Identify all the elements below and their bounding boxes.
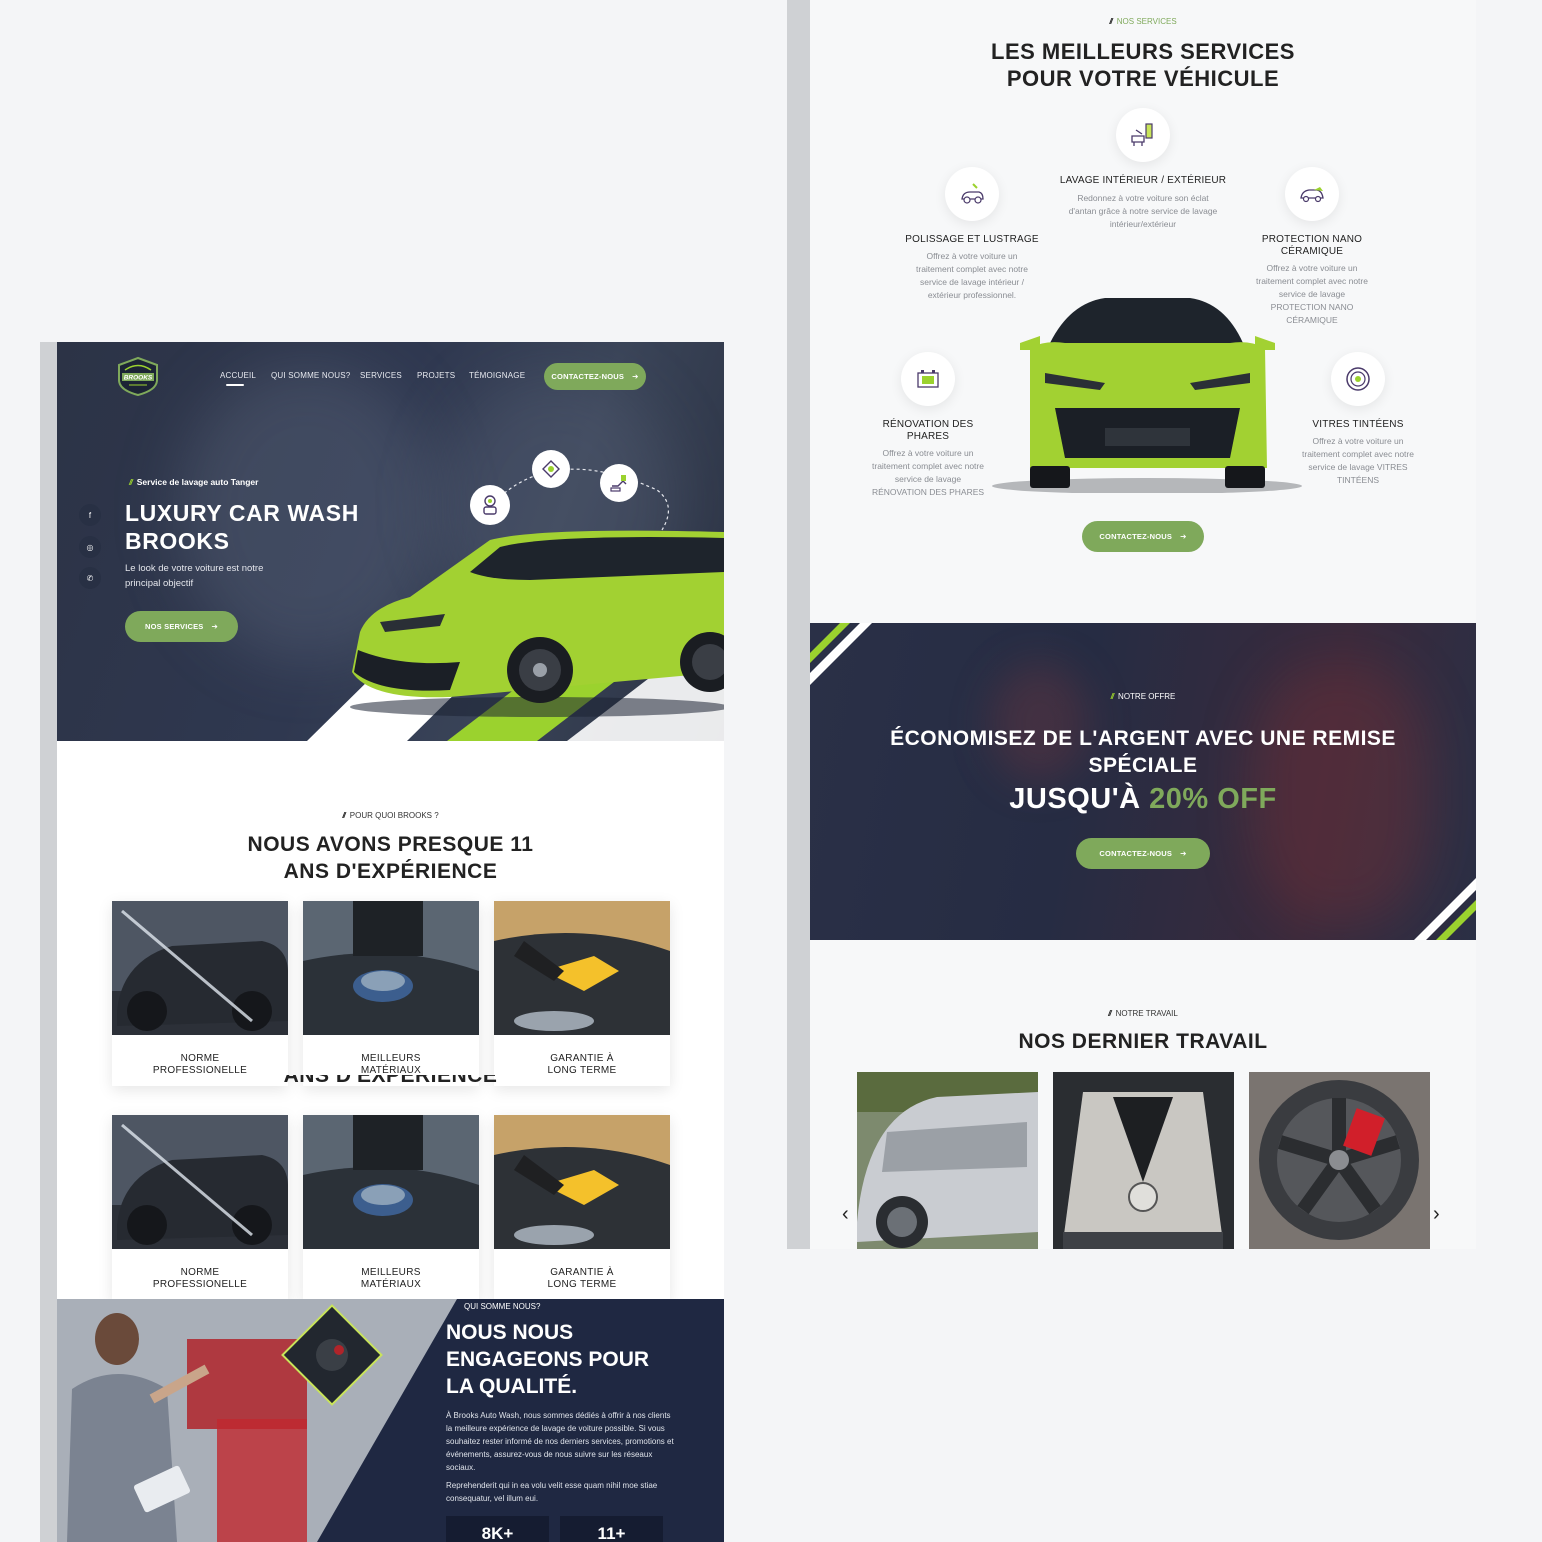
- pressure-wash-photo: [112, 901, 288, 1035]
- service-desc-windows: Offrez à votre voiture un traitement com…: [1302, 436, 1414, 485]
- offer-contact-label: CONTACTEZ-NOUS: [1099, 849, 1173, 858]
- feature-label: MEILLEURS MATÉRIAUX: [360, 1053, 422, 1076]
- arrow-right-icon: ➔: [1180, 532, 1187, 541]
- car-wash-icon: [1116, 108, 1170, 162]
- green-suv-illustration: [350, 530, 724, 717]
- services-eyebrow: //NOS SERVICES: [1109, 17, 1177, 26]
- slash-decoration-icon: //: [129, 477, 133, 487]
- feature-card-professional: NORME PROFESSIONELLE: [112, 901, 288, 1086]
- feature-card-materials: MEILLEURS MATÉRIAUX: [303, 901, 479, 1086]
- mechanic-photo: [57, 1299, 457, 1542]
- about-eyebrow: QUI SOMME NOUS?: [464, 1302, 541, 1311]
- arrow-right-icon: ➔: [211, 622, 218, 631]
- about-paragraph-2: Reprehenderit qui in ea volu velit esse …: [446, 1481, 658, 1503]
- work-photo-wheel[interactable]: [1249, 1072, 1430, 1249]
- why-title: NOUS AVONS PRESQUE 11 ANS D'EXPÉRIENCE: [247, 833, 534, 883]
- feature-card-materials: MEILLEURS MATÉRIAUX: [303, 1115, 479, 1300]
- right-page-shadow: [787, 0, 810, 1249]
- hero-title: LUXURY CAR WASH BROOKS: [125, 500, 359, 554]
- offer-eyebrow: //NOTRE OFFRE: [1110, 692, 1176, 701]
- feature-label: GARANTIE À LONG TERME: [547, 1267, 617, 1290]
- brooks-logo[interactable]: BROOKS: [115, 356, 161, 396]
- offer-title: ÉCONOMISEZ DE L'ARGENT AVEC UNE REMISE S…: [890, 727, 1396, 777]
- hero-services-button[interactable]: NOS SERVICES ➔: [125, 611, 238, 642]
- battery-icon: [901, 352, 955, 406]
- nav-contact-button[interactable]: CONTACTEZ-NOUS ➔: [544, 363, 646, 390]
- nav-projets[interactable]: PROJETS: [417, 371, 455, 380]
- nav-qui-somme-nous[interactable]: QUI SOMME NOUS?: [271, 371, 350, 380]
- work-eyebrow: //NOTRE TRAVAIL: [1108, 1009, 1178, 1018]
- nav-temoignage[interactable]: TÉMOIGNAGE: [469, 371, 525, 380]
- homepage-preview: BROOKS ACCUEIL QUI SOMME NOUS? SERVICES …: [57, 342, 724, 1542]
- nav-accueil[interactable]: ACCUEIL: [220, 371, 256, 386]
- instagram-icon[interactable]: ◎: [79, 536, 101, 558]
- facebook-icon[interactable]: f: [79, 504, 101, 526]
- nav-contact-label: CONTACTEZ-NOUS: [551, 372, 625, 381]
- whatsapp-icon[interactable]: ✆: [79, 567, 101, 589]
- offer-contact-button[interactable]: CONTACTEZ-NOUS ➔: [1076, 838, 1210, 869]
- about-paragraph: À Brooks Auto Wash, nous sommes dédiés à…: [446, 1411, 674, 1472]
- hero-services-label: NOS SERVICES: [144, 622, 204, 631]
- polishing-photo: [303, 901, 479, 1035]
- offer-banner: //NOTRE OFFRE ÉCONOMISEZ DE L'ARGENT AVE…: [810, 623, 1476, 940]
- feature-label: NORME PROFESSIONELLE: [152, 1053, 248, 1076]
- offer-discount: 20% OFF: [1149, 783, 1277, 815]
- hero-section: BROOKS ACCUEIL QUI SOMME NOUS? SERVICES …: [57, 342, 724, 741]
- service-title-ceramic: PROTECTION NANO CÉRAMIQUE: [1261, 234, 1363, 257]
- carousel-next-icon[interactable]: ›: [1433, 1203, 1440, 1226]
- arrow-right-icon: ➔: [1180, 849, 1187, 858]
- work-photo-foam-car[interactable]: [857, 1072, 1038, 1249]
- why-title-ghost: ANS D'EXPÉRIENCE: [283, 1075, 498, 1087]
- about-section: QUI SOMME NOUS? NOUS NOUS ENGAGEONS POUR…: [57, 1299, 724, 1542]
- feature-label: GARANTIE À LONG TERME: [547, 1053, 617, 1076]
- mechanic-icon: [470, 485, 510, 525]
- services-contact-button[interactable]: CONTACTEZ-NOUS ➔: [1082, 521, 1204, 552]
- service-desc-wash: Redonnez à votre voiture son éclat d'ant…: [1068, 193, 1218, 229]
- arrow-right-icon: ➔: [632, 372, 639, 381]
- nav-services[interactable]: SERVICES: [360, 371, 402, 380]
- service-title-headlights: RÉNOVATION DES PHARES: [882, 419, 974, 442]
- polishing-icon: [945, 167, 999, 221]
- service-title-wash: LAVAGE INTÉRIEUR / EXTÉRIEUR: [1059, 175, 1227, 186]
- services-contact-label: CONTACTEZ-NOUS: [1099, 532, 1173, 541]
- hero-subtitle: Le look de votre voiture est notre princ…: [125, 563, 264, 589]
- work-photo-engine[interactable]: [1053, 1072, 1234, 1249]
- service-title-polish: POLISSAGE ET LUSTRAGE: [905, 234, 1039, 245]
- stat-years: 11+: [560, 1516, 663, 1542]
- microfiber-photo: [494, 1115, 670, 1249]
- polishing-photo: [303, 1115, 479, 1249]
- green-suv-front-illustration: [992, 298, 1302, 493]
- feature-card-warranty: GARANTIE À LONG TERME: [494, 1115, 670, 1300]
- corner-stripes-top-left: [810, 623, 872, 685]
- about-title: NOUS NOUS ENGAGEONS POUR LA QUALITÉ.: [446, 1321, 650, 1398]
- feature-label: MEILLEURS MATÉRIAUX: [360, 1267, 422, 1290]
- service-desc-headlights: Offrez à votre voiture un traitement com…: [871, 448, 985, 497]
- hero-eyebrow: //Service de lavage auto Tanger: [129, 477, 259, 487]
- feature-label: NORME PROFESSIONELLE: [152, 1267, 248, 1290]
- microfiber-photo: [494, 901, 670, 1035]
- jack-icon: [532, 450, 570, 488]
- corner-stripes-bottom-right: [1414, 878, 1476, 940]
- services-title: LES MEILLEURS SERVICES POUR VOTRE VÉHICU…: [991, 39, 1295, 91]
- steering-wheel-icon: [1331, 352, 1385, 406]
- feature-card-warranty: GARANTIE À LONG TERME: [494, 901, 670, 1086]
- services-page-preview: //NOS SERVICES LES MEILLEURS SERVICES PO…: [810, 0, 1476, 1249]
- why-eyebrow: //POUR QUOI BROOKS ?: [342, 811, 439, 820]
- stat-customers: 8K+: [446, 1516, 549, 1542]
- offer-price: JUSQU'À 20% OFF: [1009, 783, 1277, 815]
- diamond-photo-frame: [281, 1304, 383, 1406]
- carousel-prev-icon[interactable]: ‹: [842, 1203, 849, 1226]
- pressure-wash-photo: [112, 1115, 288, 1249]
- svg-text:BROOKS: BROOKS: [124, 375, 153, 382]
- ceramic-car-icon: [1285, 167, 1339, 221]
- hand-tool-icon: [600, 464, 638, 502]
- feature-card-professional: NORME PROFESSIONELLE: [112, 1115, 288, 1300]
- work-title: NOS DERNIER TRAVAIL: [1018, 1030, 1268, 1053]
